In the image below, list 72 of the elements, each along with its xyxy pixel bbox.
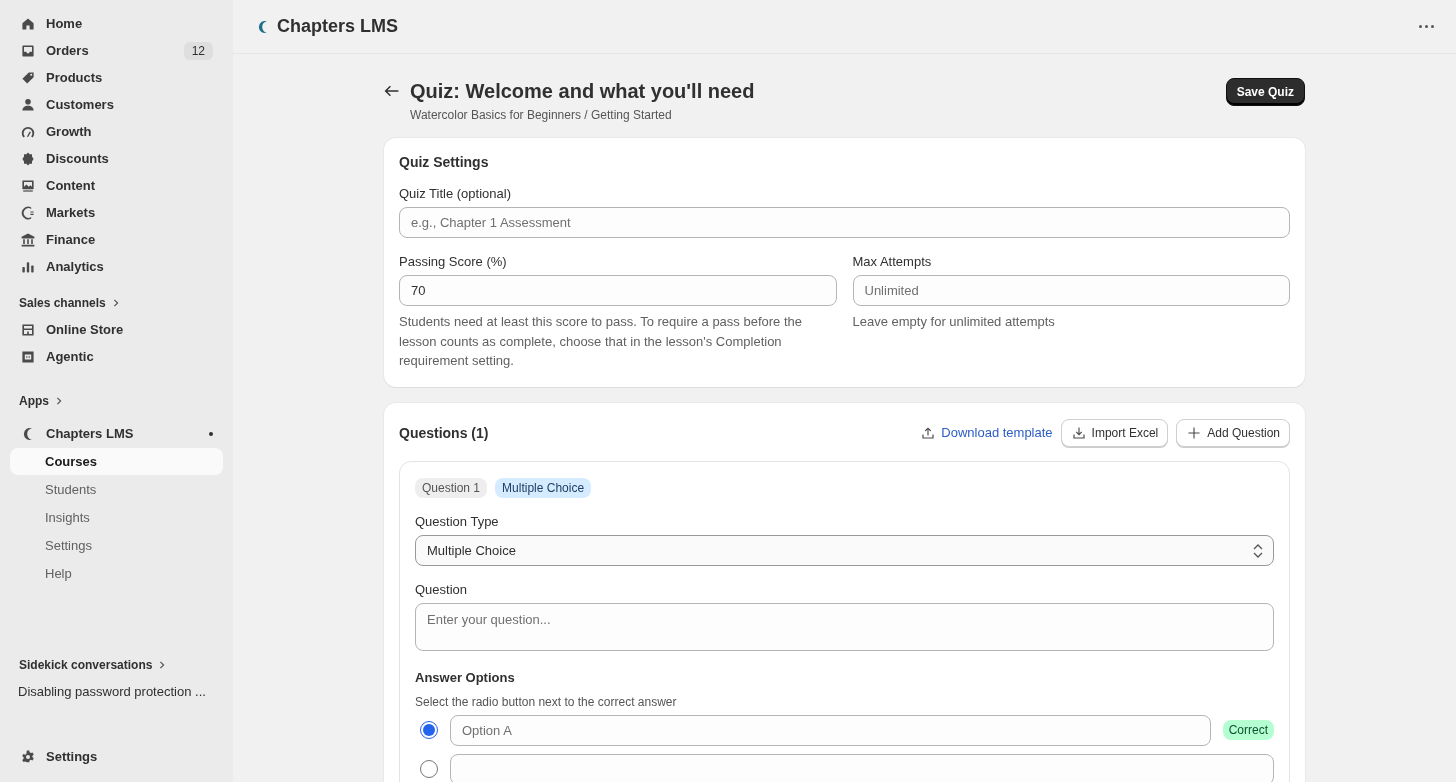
card-heading: Quiz Settings	[399, 154, 490, 170]
sidebar-subitem[interactable]: Courses	[10, 448, 223, 475]
import-excel-button[interactable]: Import Excel	[1060, 418, 1169, 447]
section-heading: Answer Options	[415, 669, 516, 685]
select-arrows-icon	[1253, 543, 1263, 558]
settings-item[interactable]: Settings	[10, 743, 223, 770]
section-heading[interactable]: Apps	[10, 388, 223, 414]
plus-icon	[1186, 424, 1203, 441]
quiz-title-field[interactable]: e.g., Chapter 1 Assessment	[399, 207, 1290, 238]
count-badge: 12	[183, 41, 213, 60]
sidebar-item[interactable]: Chapters LMS	[10, 420, 223, 447]
sidebar-item[interactable]: Discounts	[10, 145, 223, 172]
image-icon	[20, 177, 36, 194]
section-heading[interactable]: Sidekick conversations	[10, 652, 223, 678]
max-attempts-field[interactable]: Unlimited	[852, 275, 1290, 306]
option-field[interactable]: Option A	[450, 714, 1211, 746]
status-dot	[209, 431, 213, 436]
sidebar-item[interactable]: Finance	[10, 226, 223, 253]
inbox-icon	[20, 42, 36, 59]
field-label: Quiz Title (optional)	[399, 186, 512, 201]
save-quiz-button[interactable]: Save Quiz	[1225, 78, 1305, 106]
tag-icon	[20, 69, 36, 86]
robot-icon	[20, 348, 36, 365]
add-question-button[interactable]: Add Question	[1176, 418, 1290, 447]
radio-button[interactable]	[420, 721, 438, 739]
sidebar-item[interactable]: Products	[10, 64, 223, 91]
store-icon	[20, 321, 36, 338]
chevron-right-icon	[55, 397, 63, 405]
back-arrow-icon	[384, 83, 400, 99]
conversation-item[interactable]: Disabling password protection ...	[10, 678, 223, 705]
field-label: Question Type	[415, 513, 500, 529]
field-label: Passing Score (%)	[399, 254, 508, 269]
breadcrumb: Watercolor Basics for Beginners / Getting Started	[410, 108, 673, 122]
sidebar-subitem[interactable]: Help	[10, 560, 223, 587]
option-field[interactable]	[450, 753, 1274, 782]
sidebar-item[interactable]: Analytics	[10, 253, 223, 280]
question-type-badge: Multiple Choice	[495, 477, 592, 498]
gear-icon	[20, 748, 36, 765]
person-icon	[20, 96, 36, 113]
download-template-link[interactable]: Download template	[920, 424, 1053, 441]
sidebar-subitem[interactable]: Insights	[10, 504, 223, 531]
sidebar-item[interactable]: Content	[10, 172, 223, 199]
app-title: Chapters LMS	[255, 16, 399, 37]
page-title: Quiz: Welcome and what you'll need	[410, 79, 755, 104]
radio-button[interactable]	[420, 760, 438, 778]
chevron-right-icon	[158, 661, 167, 669]
sidebar-item[interactable]: Orders 12	[10, 37, 223, 64]
chevron-right-icon	[111, 299, 120, 307]
sidebar-item[interactable]: Online Store	[10, 316, 223, 343]
help-text: Select the radio button next to the correct answer	[415, 694, 678, 709]
download-icon	[1070, 424, 1087, 441]
sidebar-subitem[interactable]: Students	[10, 476, 223, 503]
section-heading[interactable]: Sales channels	[10, 290, 223, 316]
passing-score-field[interactable]: 70	[399, 275, 837, 306]
question-field[interactable]: Enter your question...	[415, 602, 1274, 651]
sidebar-item[interactable]: Markets	[10, 199, 223, 226]
sidebar-item[interactable]: Agentic	[10, 343, 223, 370]
help-text: Leave empty for unlimited attempts	[852, 313, 1056, 331]
field-label: Max Attempts	[852, 254, 933, 269]
help-text: Students need at least this score to pass. To require a pass before the lesson counts as complete, choose that in the lesson's Completion requirement setting.	[399, 313, 803, 370]
sidebar-item[interactable]: Growth	[10, 118, 223, 145]
sidebar-item[interactable]: Customers	[10, 91, 223, 118]
sidebar-subitem[interactable]: Settings	[10, 532, 223, 559]
discount-icon	[20, 150, 36, 167]
question-number-badge: Question 1	[415, 477, 488, 498]
more-icon	[1419, 25, 1434, 28]
question-type-select[interactable]: Multiple Choice	[415, 534, 1274, 566]
bank-icon	[20, 231, 36, 248]
field-label: Question	[415, 581, 469, 597]
card-heading: Questions (1)	[399, 424, 489, 441]
correct-badge: Correct	[1222, 720, 1274, 740]
sidebar-item[interactable]: Home	[10, 10, 223, 37]
